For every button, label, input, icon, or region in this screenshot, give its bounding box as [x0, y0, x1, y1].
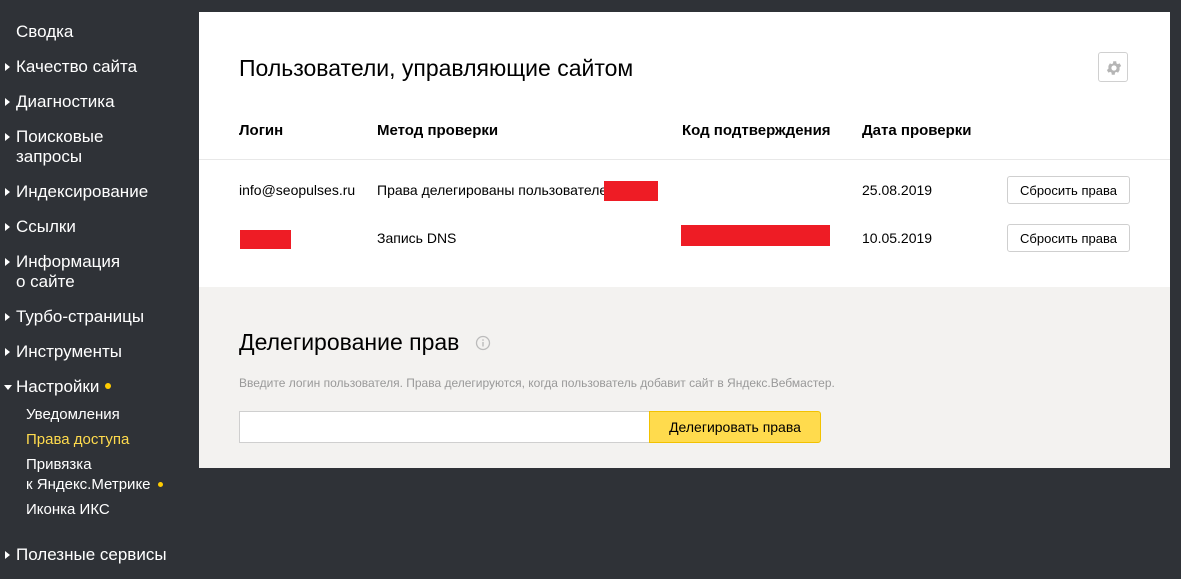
gear-icon	[1106, 61, 1122, 75]
subnav-access-rights[interactable]: Права доступа	[26, 430, 129, 450]
nav-label: Инструменты	[16, 342, 123, 361]
subnav-label: Иконка ИКС	[26, 501, 110, 518]
nav-settings[interactable]: Настройки	[4, 377, 112, 397]
nav-indexing[interactable]: Индексирование	[5, 182, 149, 202]
expand-arrow-icon	[5, 551, 10, 559]
expand-arrow-icon	[5, 98, 10, 106]
reset-rights-button[interactable]: Сбросить права	[1007, 224, 1130, 252]
nav-links[interactable]: Ссылки	[5, 217, 76, 237]
expand-arrow-icon	[5, 223, 10, 231]
users-panel: Пользователи, управляющие сайтом Логин М…	[199, 12, 1170, 287]
nav-search-queries[interactable]: Поисковые запросы	[5, 127, 104, 167]
nav-label-line2: о сайте	[16, 272, 75, 291]
redacted-code	[681, 225, 830, 246]
row-method: Права делегированы пользователем	[377, 182, 617, 198]
column-header-date: Дата проверки	[862, 122, 972, 139]
column-header-code: Код подтверждения	[682, 122, 831, 139]
notification-dot-icon	[157, 481, 163, 487]
subnav-iks-icon[interactable]: Иконка ИКС	[26, 500, 110, 520]
delegate-button[interactable]: Делегировать права	[649, 411, 821, 443]
page-title: Пользователи, управляющие сайтом	[239, 55, 634, 81]
column-header-login: Логин	[239, 122, 284, 139]
nav-label: Полезные сервисы	[16, 545, 167, 564]
nav-label: Ссылки	[16, 217, 76, 236]
redacted-username	[604, 181, 658, 201]
section-title: Делегирование прав	[239, 329, 460, 355]
reset-rights-button[interactable]: Сбросить права	[1007, 176, 1130, 204]
row-login: info@seopulses.ru	[239, 182, 356, 198]
notification-dot-icon	[105, 382, 112, 389]
nav-label: Диагностика	[16, 92, 115, 111]
row-method: Запись DNS	[377, 230, 457, 246]
subnav-label: Привязка	[26, 456, 92, 473]
nav-label: Сводка	[16, 22, 74, 41]
settings-button[interactable]	[1098, 52, 1128, 82]
nav-label: Информация	[16, 252, 121, 271]
nav-label: Качество сайта	[16, 57, 138, 76]
expand-arrow-icon	[5, 133, 10, 141]
nav-site-quality[interactable]: Качество сайта	[5, 57, 138, 77]
subnav-notifications[interactable]: Уведомления	[26, 405, 120, 425]
expand-arrow-icon	[5, 258, 10, 266]
nav-summary[interactable]: Сводка	[16, 22, 73, 42]
redacted-login	[240, 230, 291, 249]
delegation-section: Делегирование прав Введите логин пользов…	[199, 287, 1170, 468]
nav-tools[interactable]: Инструменты	[5, 342, 123, 362]
sidebar: Сводка Качество сайта Диагностика Поиско…	[0, 0, 199, 579]
expand-arrow-icon	[5, 348, 10, 356]
subnav-metrika-binding[interactable]: Привязка к Яндекс.Метрике	[26, 455, 163, 495]
nav-diagnostics[interactable]: Диагностика	[5, 92, 115, 112]
nav-label: Поисковые	[16, 127, 104, 146]
divider	[199, 159, 1170, 160]
info-icon[interactable]	[475, 335, 491, 351]
expand-arrow-icon	[5, 63, 10, 71]
expand-arrow-icon	[5, 188, 10, 196]
row-date: 25.08.2019	[862, 182, 933, 198]
nav-label: Турбо-страницы	[16, 307, 145, 326]
nav-useful-services[interactable]: Полезные сервисы	[5, 545, 167, 565]
nav-site-info[interactable]: Информация о сайте	[5, 252, 121, 292]
subnav-label: Уведомления	[26, 406, 120, 423]
row-date: 10.05.2019	[862, 230, 933, 246]
column-header-method: Метод проверки	[377, 122, 499, 139]
expand-arrow-icon	[5, 313, 10, 321]
subnav-label-line2: к Яндекс.Метрике	[26, 476, 151, 493]
delegation-hint: Введите логин пользователя. Права делеги…	[239, 376, 835, 390]
nav-label-line2: запросы	[16, 147, 83, 166]
login-input[interactable]	[239, 411, 649, 443]
subnav-label: Права доступа	[26, 431, 130, 448]
nav-label: Индексирование	[16, 182, 149, 201]
collapse-arrow-icon	[4, 385, 12, 390]
nav-label: Настройки	[16, 377, 100, 396]
nav-turbo-pages[interactable]: Турбо-страницы	[5, 307, 145, 327]
